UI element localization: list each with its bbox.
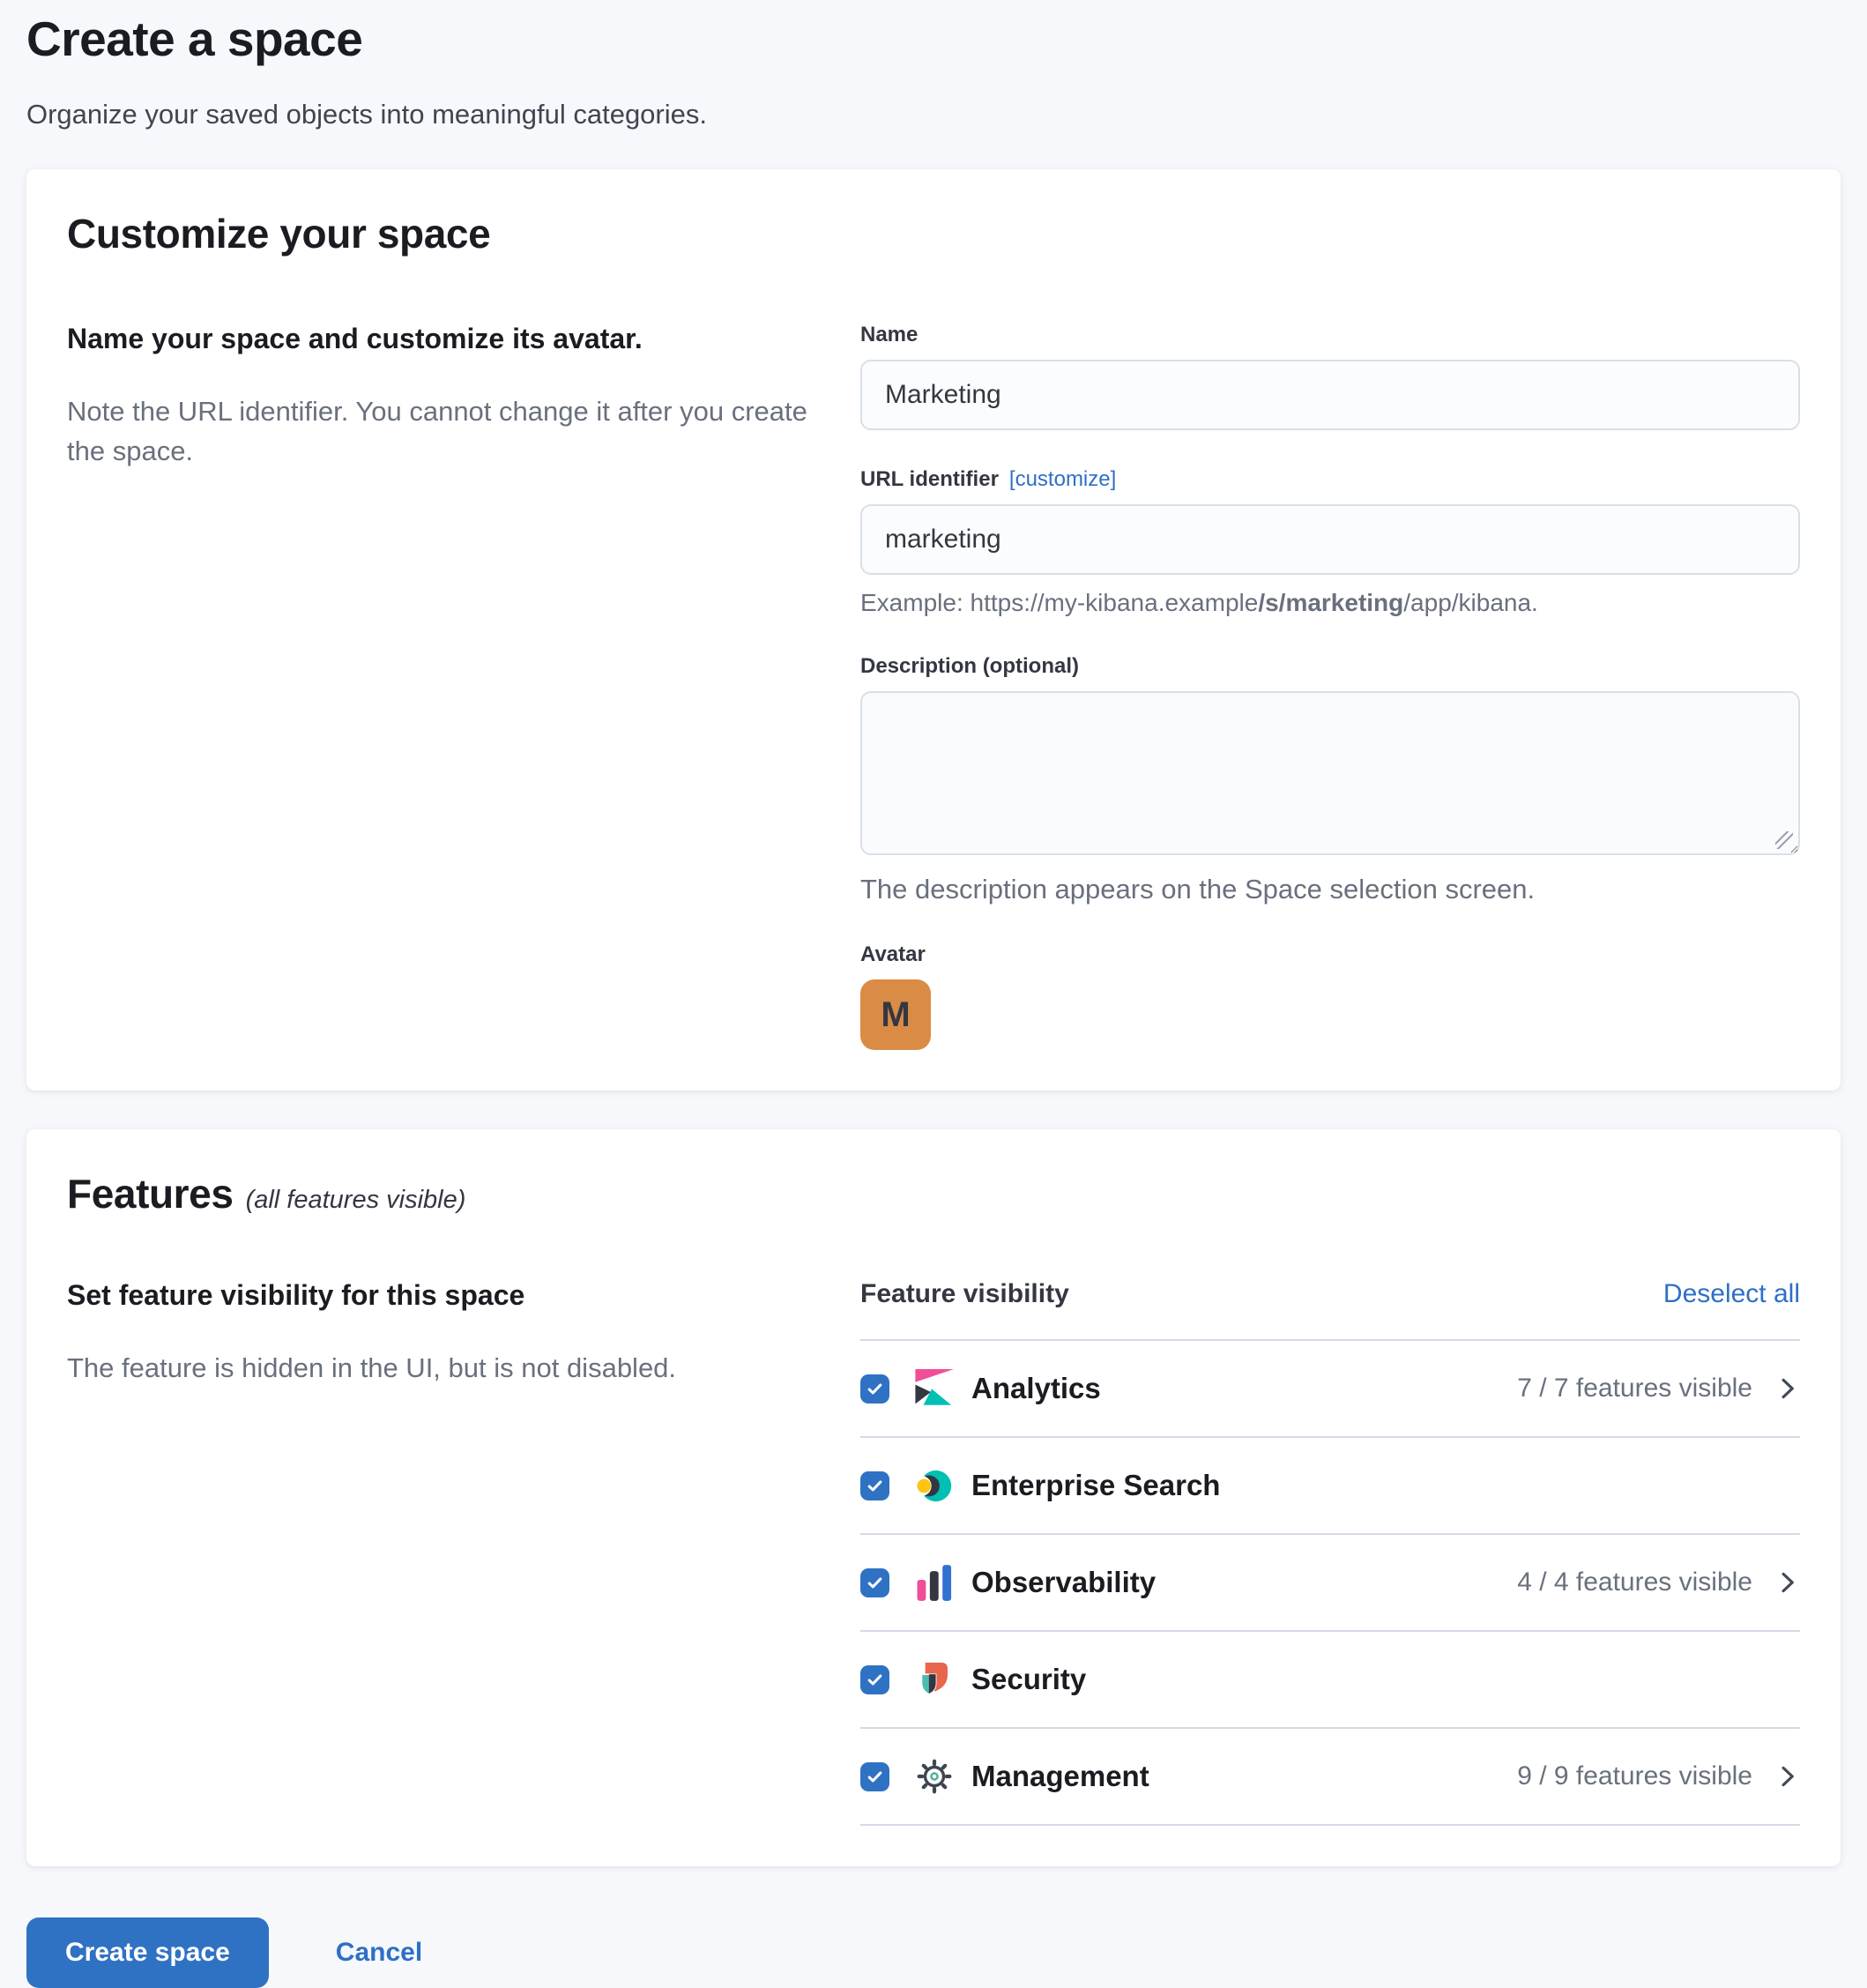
management-gear-icon bbox=[914, 1757, 954, 1797]
avatar[interactable]: M bbox=[860, 979, 931, 1050]
feature-row-enterprise-search: Enterprise Search bbox=[860, 1438, 1800, 1533]
description-label: Description (optional) bbox=[860, 654, 1800, 679]
enterprise-search-icon bbox=[914, 1466, 954, 1506]
customize-url-link[interactable]: [customize] bbox=[1009, 467, 1116, 492]
page-title: Create a space bbox=[26, 11, 1841, 67]
feature-label: Observability bbox=[971, 1566, 1517, 1599]
management-checkbox[interactable] bbox=[860, 1762, 889, 1791]
avatar-field-group: Avatar M bbox=[860, 942, 1800, 1050]
url-example-suffix: /app/kibana. bbox=[1403, 589, 1538, 616]
page-subtitle: Organize your saved objects into meaning… bbox=[26, 99, 1841, 130]
feature-label: Security bbox=[971, 1663, 1777, 1696]
feature-visibility-header: Feature visibility bbox=[860, 1279, 1069, 1309]
url-example-prefix: Example: https://my-kibana.example bbox=[860, 589, 1258, 616]
customize-section-description: Note the URL identifier. You cannot chan… bbox=[67, 392, 807, 472]
cancel-button[interactable]: Cancel bbox=[336, 1938, 422, 1968]
url-example-bold: /s/marketing bbox=[1258, 589, 1403, 616]
enterprise-search-checkbox[interactable] bbox=[860, 1471, 889, 1500]
deselect-all-link[interactable]: Deselect all bbox=[1663, 1279, 1800, 1309]
features-panel: Features (all features visible) Set featu… bbox=[26, 1129, 1841, 1866]
chevron-right-icon[interactable] bbox=[1775, 1764, 1800, 1789]
create-space-button[interactable]: Create space bbox=[26, 1917, 269, 1988]
customize-form-column: Name URL identifier [customize] Example:… bbox=[860, 323, 1800, 1050]
feature-row-security: Security bbox=[860, 1632, 1800, 1727]
url-example-help: Example: https://my-kibana.example/s/mar… bbox=[860, 589, 1800, 617]
space-name-input[interactable] bbox=[860, 360, 1800, 430]
feature-label: Analytics bbox=[971, 1372, 1517, 1405]
feature-label: Enterprise Search bbox=[971, 1469, 1777, 1502]
kibana-analytics-icon bbox=[914, 1369, 954, 1409]
features-title-text: Features bbox=[67, 1171, 234, 1217]
check-icon bbox=[866, 1477, 884, 1495]
feature-row-management[interactable]: Management 9 / 9 features visible bbox=[860, 1729, 1800, 1824]
avatar-label: Avatar bbox=[860, 942, 1800, 967]
security-checkbox[interactable] bbox=[860, 1665, 889, 1694]
check-icon bbox=[866, 1380, 884, 1398]
features-panel-title: Features (all features visible) bbox=[67, 1170, 1800, 1217]
chevron-right-icon[interactable] bbox=[1775, 1570, 1800, 1595]
observability-checkbox[interactable] bbox=[860, 1568, 889, 1597]
feature-count: 7 / 7 features visible bbox=[1517, 1374, 1752, 1404]
url-identifier-label: URL identifier bbox=[860, 467, 999, 492]
customize-description-column: Name your space and customize its avatar… bbox=[67, 323, 860, 1050]
check-icon bbox=[866, 1768, 884, 1786]
analytics-checkbox[interactable] bbox=[860, 1374, 889, 1404]
check-icon bbox=[866, 1574, 884, 1592]
customize-space-panel: Customize your space Name your space and… bbox=[26, 169, 1841, 1091]
create-space-page: Create a space Organize your saved objec… bbox=[0, 0, 1867, 1866]
customize-section-title: Name your space and customize its avatar… bbox=[67, 323, 807, 355]
url-field-group: URL identifier [customize] Example: http… bbox=[860, 467, 1800, 617]
feature-count: 4 / 4 features visible bbox=[1517, 1567, 1752, 1597]
chevron-right-icon[interactable] bbox=[1775, 1376, 1800, 1401]
features-section-title: Set feature visibility for this space bbox=[67, 1279, 807, 1312]
feature-row-analytics[interactable]: Analytics 7 / 7 features visible bbox=[860, 1341, 1800, 1436]
features-description-column: Set feature visibility for this space Th… bbox=[67, 1279, 860, 1826]
feature-row-observability[interactable]: Observability 4 / 4 features visible bbox=[860, 1535, 1800, 1630]
features-section-description: The feature is hidden in the UI, but is … bbox=[67, 1349, 807, 1389]
feature-count: 9 / 9 features visible bbox=[1517, 1761, 1752, 1791]
description-field-group: Description (optional) The description a… bbox=[860, 654, 1800, 905]
description-textarea[interactable] bbox=[860, 691, 1800, 855]
url-identifier-input[interactable] bbox=[860, 504, 1800, 575]
check-icon bbox=[866, 1671, 884, 1689]
name-field-group: Name bbox=[860, 323, 1800, 430]
feature-list-column: Feature visibility Deselect all bbox=[860, 1279, 1800, 1826]
customize-panel-title: Customize your space bbox=[67, 210, 1800, 257]
name-label: Name bbox=[860, 323, 1800, 347]
observability-icon bbox=[914, 1563, 954, 1603]
footer-actions: Create space Cancel bbox=[0, 1917, 1867, 1988]
description-help: The description appears on the Space sel… bbox=[860, 874, 1800, 905]
security-shield-icon bbox=[914, 1660, 954, 1700]
features-title-note: (all features visible) bbox=[246, 1186, 466, 1214]
feature-label: Management bbox=[971, 1760, 1517, 1793]
divider bbox=[860, 1824, 1800, 1826]
